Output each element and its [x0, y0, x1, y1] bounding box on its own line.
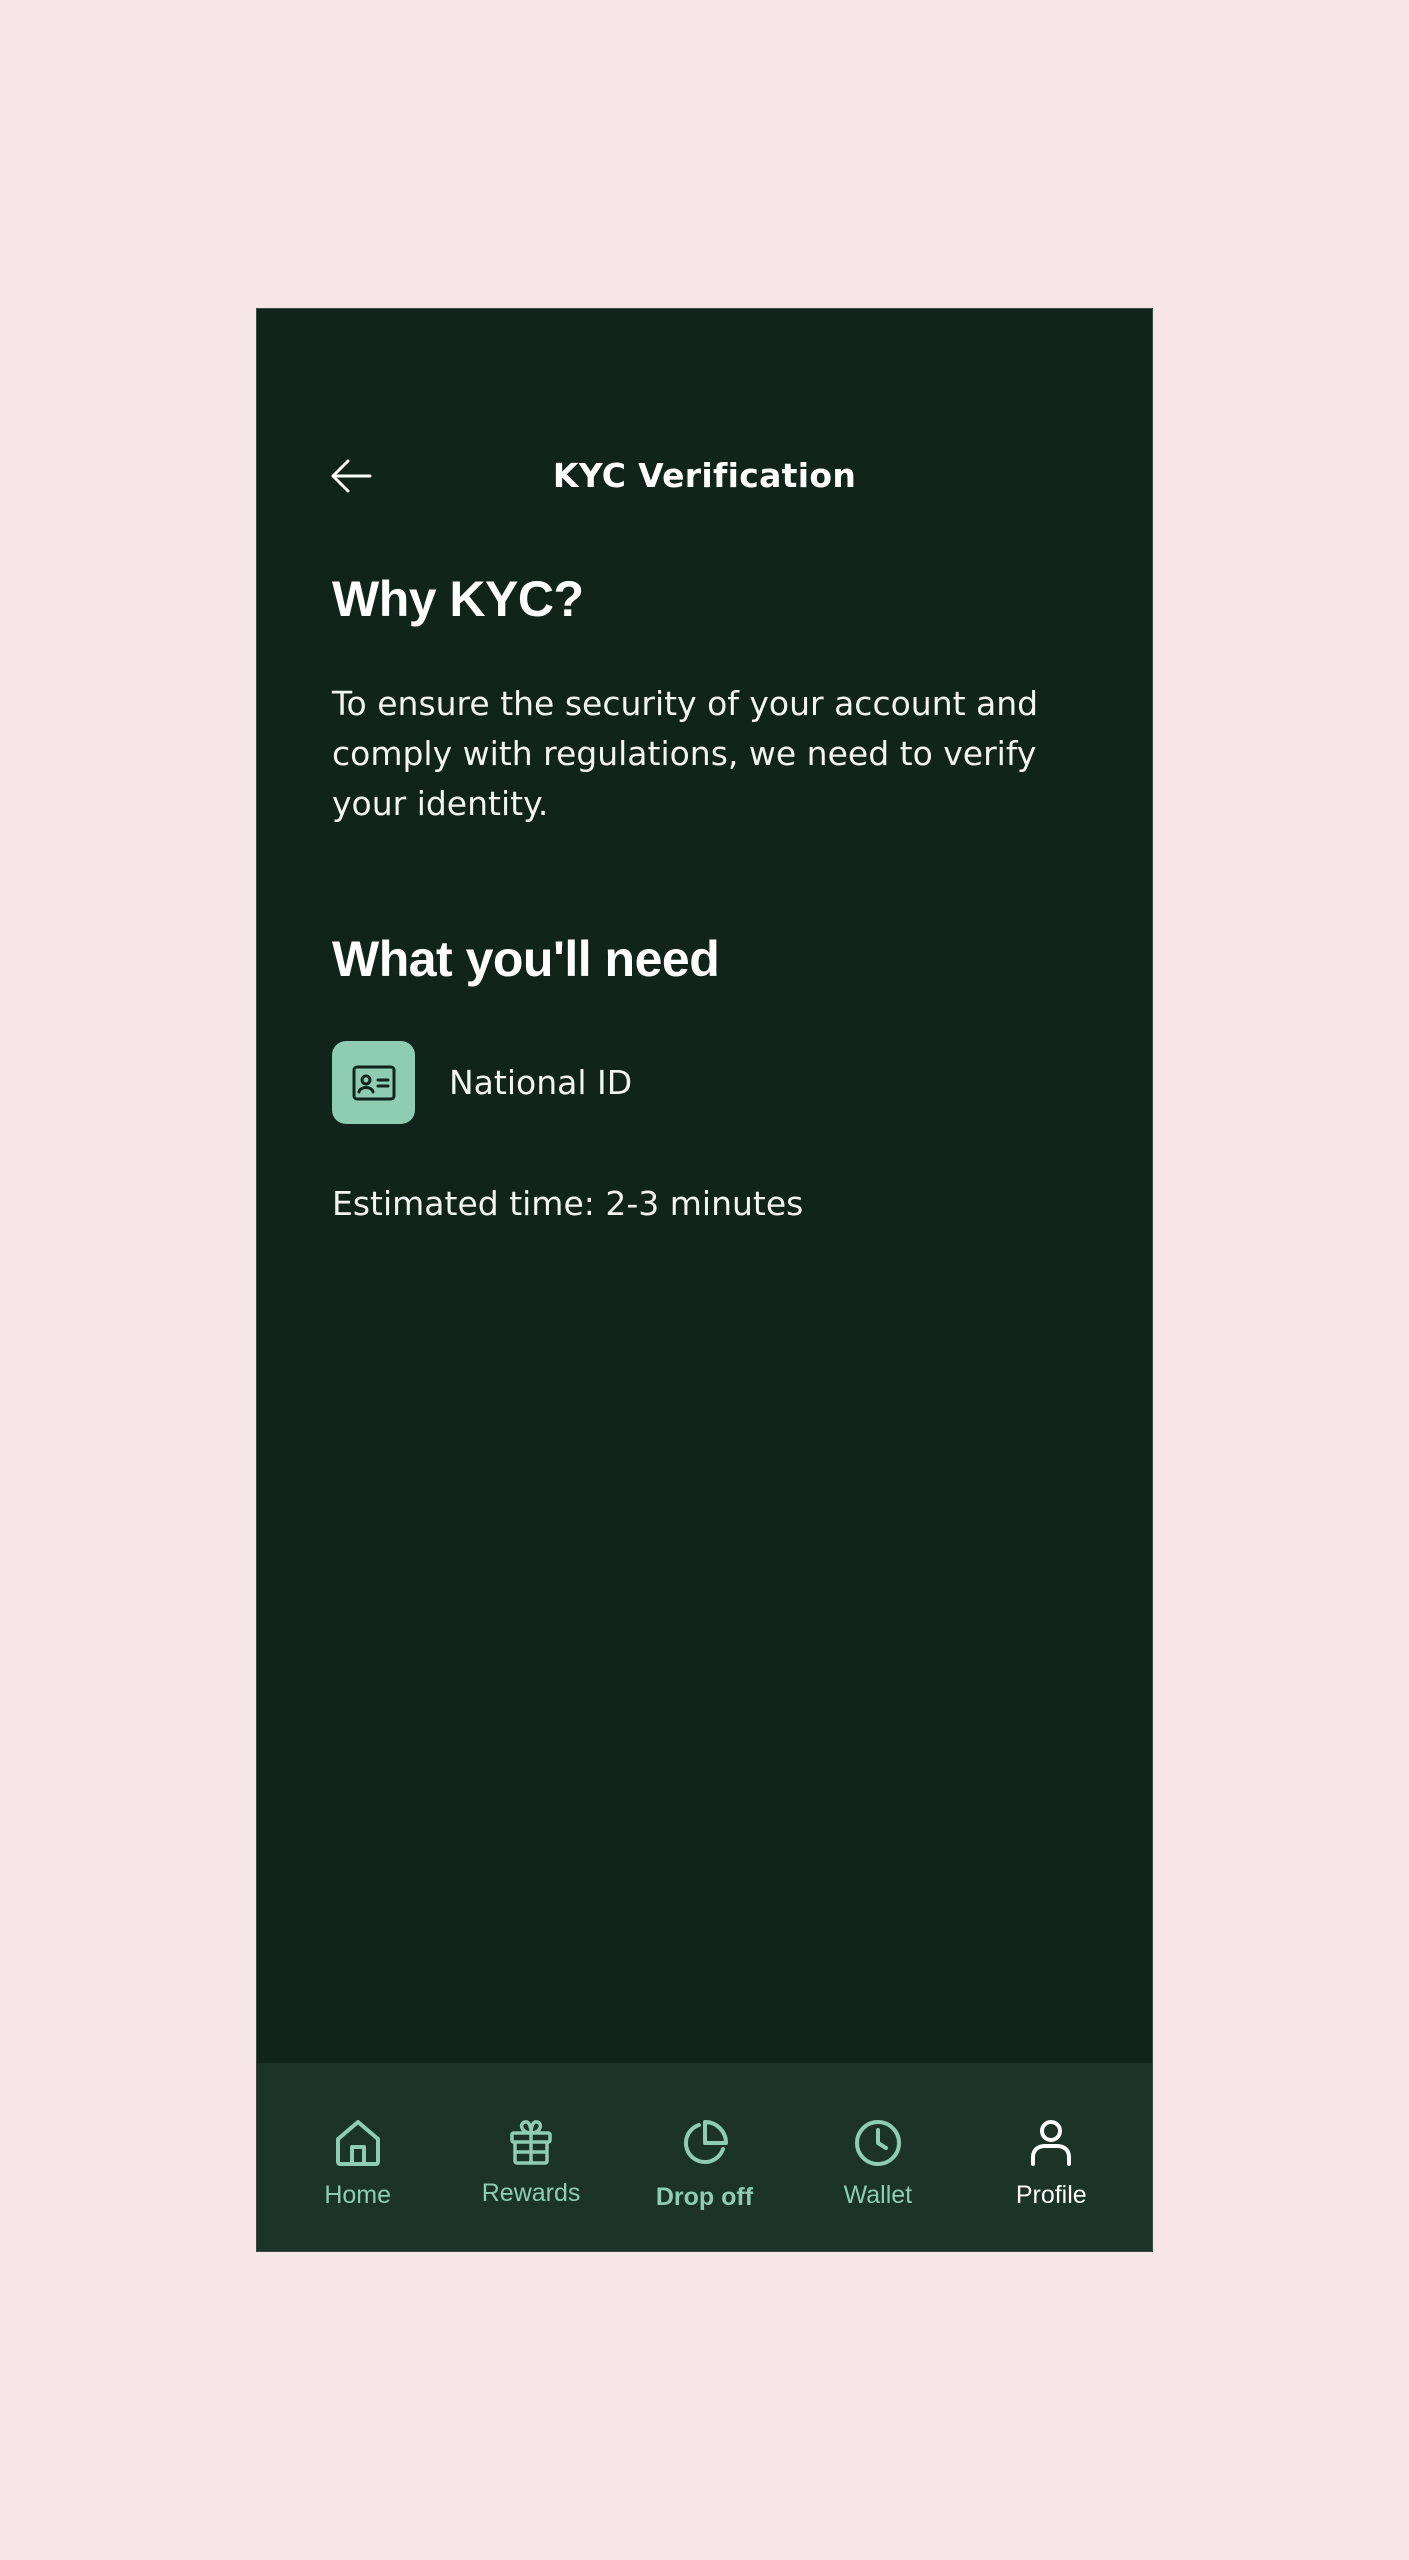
why-title: Why KYC? — [332, 571, 584, 627]
app-screen: KYC Verification Why KYC? To ensure the … — [256, 308, 1153, 2252]
id-card-icon — [332, 1041, 415, 1124]
bottom-nav: Home Rewards Drop off Wallet Profile — [257, 2063, 1152, 2251]
pie-chart-icon — [684, 2120, 729, 2165]
nav-label-rewards: Rewards — [481, 2179, 581, 2207]
nav-label-wallet: Wallet — [843, 2181, 913, 2209]
need-title: What you'll need — [332, 931, 720, 987]
why-description: To ensure the security of your account a… — [332, 684, 1039, 823]
nav-item-drop-off[interactable]: Drop off — [622, 2063, 787, 2251]
nav-label-drop-off: Drop off — [655, 2183, 754, 2211]
nav-label-home: Home — [324, 2181, 392, 2209]
nav-item-home[interactable]: Home — [275, 2063, 440, 2251]
page-title: KYC Verification — [552, 456, 857, 495]
home-icon — [335, 2120, 380, 2166]
user-icon — [1031, 2120, 1072, 2166]
requirement-item: National ID — [332, 1041, 1092, 1124]
estimated-time: Estimated time: 2-3 minutes — [332, 1184, 804, 1223]
requirement-label: National ID — [449, 1063, 633, 1102]
nav-label-profile: Profile — [1015, 2181, 1087, 2209]
header: KYC Verification — [257, 436, 1152, 516]
gift-icon — [510, 2120, 552, 2165]
nav-item-profile[interactable]: Profile — [969, 2063, 1134, 2251]
clock-icon — [854, 2120, 901, 2166]
main-content: Why KYC? To ensure the security of your … — [332, 569, 1092, 1223]
nav-item-wallet[interactable]: Wallet — [795, 2063, 960, 2251]
nav-item-rewards[interactable]: Rewards — [449, 2063, 614, 2251]
